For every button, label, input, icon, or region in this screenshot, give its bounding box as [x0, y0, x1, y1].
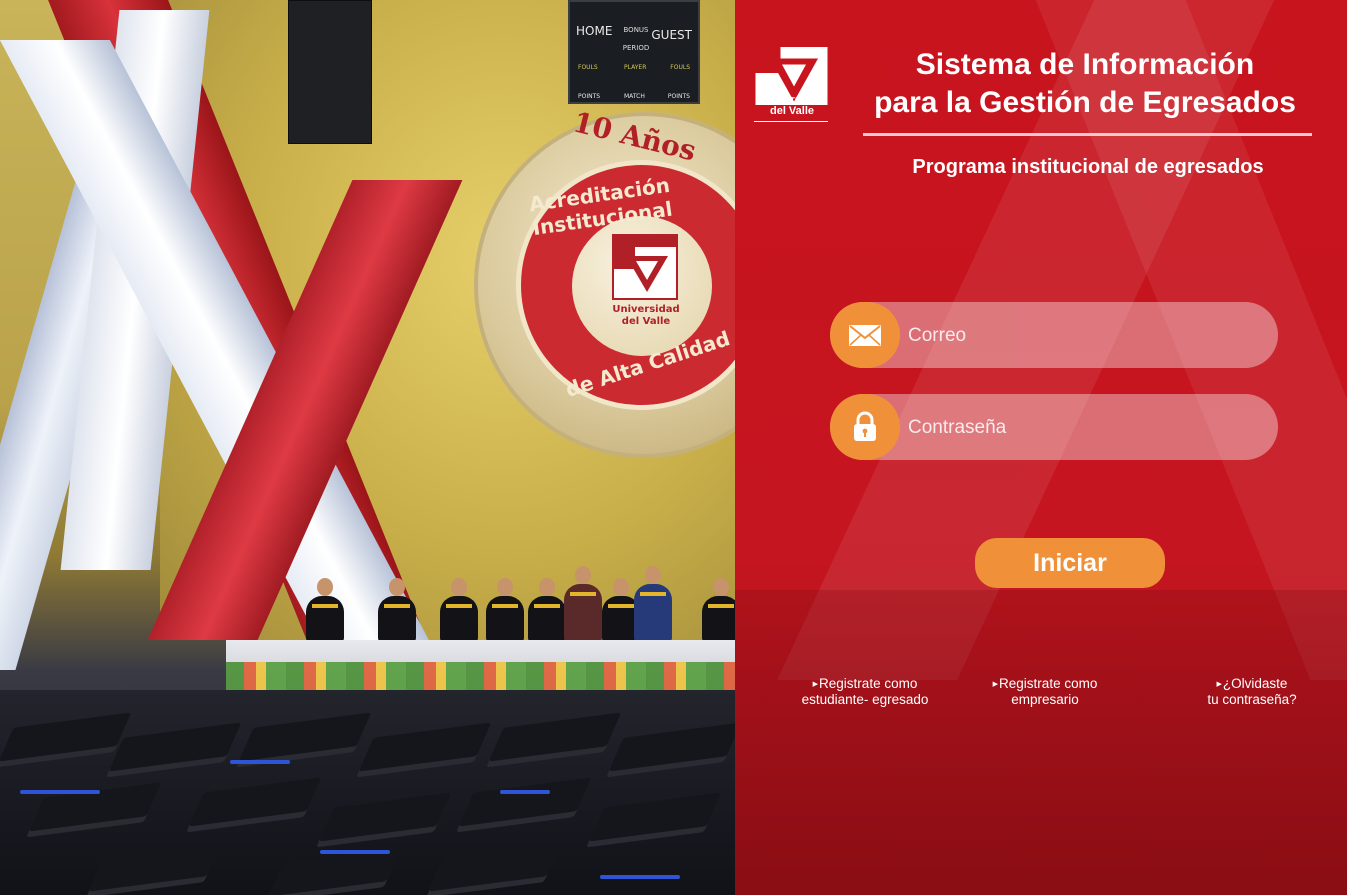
title-divider [863, 133, 1312, 136]
seal-university-line: Universidad [612, 304, 680, 315]
logo-text: del Valle [769, 105, 815, 117]
tassel [320, 850, 390, 854]
faculty-member [634, 566, 672, 642]
graduation-cap [108, 722, 242, 772]
link-text: Registrate como [819, 676, 918, 691]
scoreboard-period: PERIOD [622, 44, 650, 52]
title-line: para la Gestión de Egresados [874, 86, 1296, 119]
password-input[interactable] [906, 394, 1270, 462]
tassel [600, 875, 680, 879]
graduation-cap [588, 792, 722, 842]
faculty-member [486, 578, 524, 642]
faculty-member [564, 566, 602, 642]
univalle-seal-logo-icon [612, 234, 678, 300]
scoreboard-mid: BONUS PERIOD [620, 26, 652, 53]
register-student-link[interactable]: ▶Registrate como estudiante- egresado [765, 676, 965, 707]
email-icon-circle [830, 302, 900, 368]
tassel [230, 760, 290, 764]
graduation-cap [268, 847, 402, 895]
scoreboard-home: HOME [576, 24, 613, 38]
graduation-cap [488, 712, 622, 762]
graduation-cap [318, 792, 452, 842]
seal-university-line: del Valle [621, 316, 671, 327]
tassel [500, 790, 550, 794]
faculty-member [440, 578, 478, 642]
register-company-link[interactable]: ▶Registrate como empresario [965, 676, 1125, 707]
graduation-cap [0, 712, 132, 762]
footer-links: ▶Registrate como estudiante- egresado ▶R… [735, 676, 1347, 716]
page-title: Sistema de Información para la Gestión d… [855, 46, 1315, 122]
link-text: ¿Olvidaste [1222, 676, 1288, 691]
graduation-cap [358, 722, 492, 772]
graduation-cap [238, 712, 372, 762]
bullet-triangle-icon: ▶ [1216, 680, 1222, 688]
login-button[interactable]: Iniciar [975, 538, 1165, 588]
lock-icon [854, 411, 876, 441]
graduation-cap [428, 842, 562, 892]
graduation-cap [458, 777, 592, 827]
faculty-member [702, 578, 735, 642]
background-photo: HOME BONUS PERIOD GUEST FOULS PLAYER FOU… [0, 0, 735, 895]
faculty-member [306, 578, 344, 642]
graduation-cap [88, 842, 222, 892]
background-overlay [735, 590, 1347, 895]
link-text: estudiante- egresado [801, 691, 929, 707]
scoreboard-player: PLAYER [624, 64, 647, 71]
faculty-member [528, 578, 566, 642]
password-field[interactable] [830, 394, 1278, 462]
scoreboard: HOME BONUS PERIOD GUEST FOULS PLAYER FOU… [568, 0, 700, 104]
graduates-crowd [0, 690, 735, 895]
bullet-triangle-icon: ▶ [992, 680, 999, 688]
scoreboard-fouls: FOULS [670, 64, 690, 71]
lock-icon-circle [830, 394, 900, 460]
scoreboard-points: POINTS [578, 93, 601, 100]
graduation-cap [188, 777, 322, 827]
faculty-member [378, 578, 416, 642]
forgot-password-link[interactable]: ▶¿Olvidaste tu contraseña? [1182, 676, 1322, 707]
scoreboard-guest: GUEST [651, 28, 692, 42]
seal-university-name: Universidad del Valle [606, 304, 686, 328]
link-text: empresario [1011, 691, 1079, 707]
email-field[interactable] [830, 302, 1278, 370]
logo-underline [754, 121, 828, 122]
link-text: Registrate como [999, 676, 1098, 691]
envelope-icon [849, 325, 881, 346]
logo-label: Universidad del Valle [749, 95, 835, 117]
tassel [20, 790, 100, 794]
scoreboard-fouls: FOULS [578, 64, 598, 71]
email-input[interactable] [906, 302, 1270, 370]
bullet-triangle-icon: ▶ [812, 680, 819, 688]
scoreboard-points: POINTS [667, 93, 690, 100]
title-line: Sistema de Información [915, 48, 1255, 81]
graduation-cap [608, 722, 735, 772]
login-panel: Universidad del Valle Sistema de Informa… [735, 0, 1347, 895]
scoreboard-bonus: BONUS [623, 26, 649, 34]
scoreboard-match: MATCH [624, 93, 645, 100]
graduation-dais [306, 566, 735, 642]
page-subtitle: Programa institucional de egresados [912, 156, 1264, 178]
speaker [288, 0, 372, 144]
link-text: tu contraseña? [1207, 691, 1297, 707]
